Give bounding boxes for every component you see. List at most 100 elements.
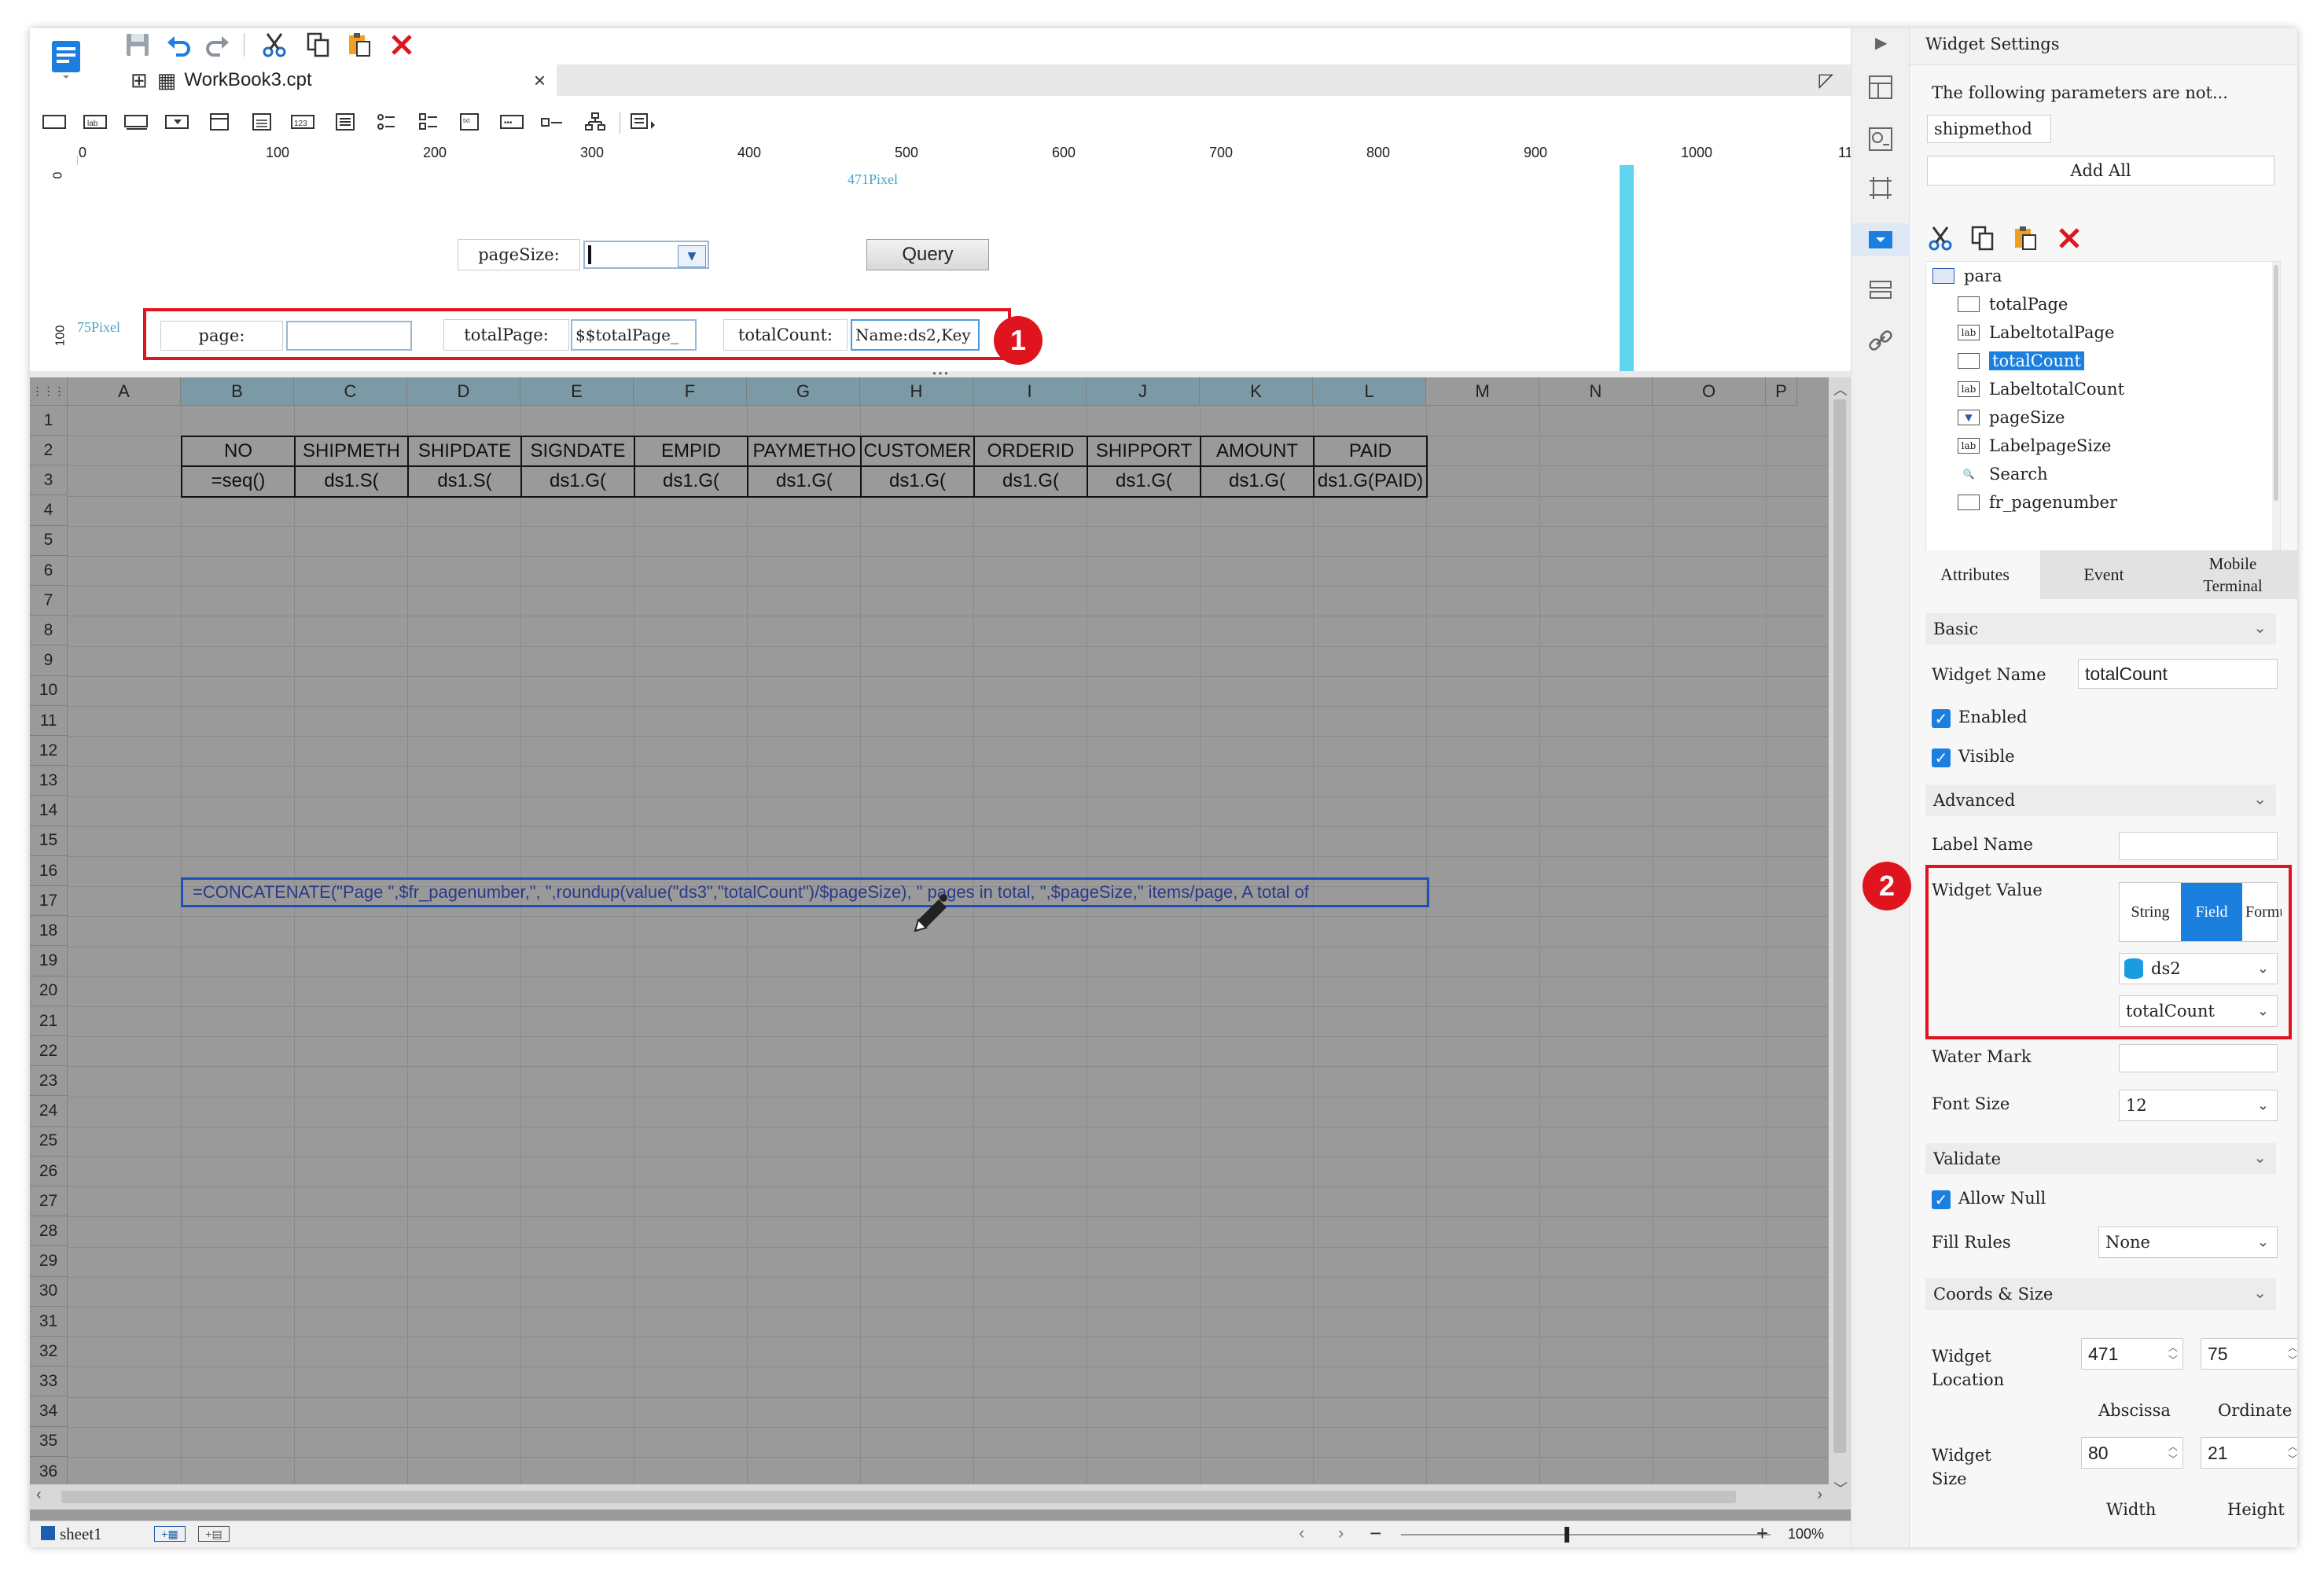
copy-icon[interactable] [305,31,332,63]
header-cell[interactable]: AMOUNT [1200,436,1315,468]
undo-icon[interactable] [165,31,192,63]
font-size-select[interactable]: 12 ⌄ [2119,1090,2278,1121]
row-header[interactable]: 7 [30,586,68,616]
data-cell[interactable]: ds1.G( [747,465,862,498]
location-x-input[interactable]: 471 ︿ ﹀ [2081,1338,2183,1370]
widget-name-input[interactable]: totalCount [2078,659,2278,689]
data-cell[interactable]: ds1.S( [407,465,522,498]
tree-widget-icon[interactable] [582,110,609,134]
widget-settings-panel-icon[interactable] [1851,223,1910,256]
dropdown-icon[interactable]: ▼ [678,245,706,267]
panel-cut-icon[interactable] [1927,225,1954,256]
horizontal-scrollbar[interactable]: ‹ › [30,1484,1829,1510]
row-header[interactable]: 9 [30,645,68,676]
column-header[interactable]: A [68,377,181,406]
redo-icon[interactable] [204,31,231,63]
row-header[interactable]: 12 [30,736,68,767]
column-header[interactable]: L [1313,377,1426,406]
textarea-widget-icon[interactable]: txt [456,110,483,134]
row-header[interactable]: 23 [30,1066,68,1097]
allow-null-checkbox[interactable]: ✓ [1932,1190,1951,1209]
row-header[interactable]: 22 [30,1036,68,1067]
tree-item[interactable]: fr_pagenumber [1958,493,2117,512]
visible-checkbox[interactable]: ✓ [1932,748,1951,767]
header-cell[interactable]: SHIPMETH [294,436,409,468]
tab-event[interactable]: Event [2040,550,2168,599]
query-button[interactable]: Query [866,239,989,270]
tree-item[interactable]: lab LabelpageSize [1958,436,2111,455]
collapse-arrow-icon[interactable]: ▶ [1875,33,1887,53]
paste-icon[interactable] [346,31,373,63]
cut-icon[interactable] [261,31,288,63]
column-header[interactable]: N [1539,377,1653,406]
row-header[interactable]: 20 [30,976,68,1006]
row-header[interactable]: 16 [30,856,68,886]
pagesize-combo[interactable]: ▼ [583,241,709,269]
row-header[interactable]: 35 [30,1426,68,1457]
column-header[interactable]: C [294,377,407,406]
row-header[interactable]: 21 [30,1006,68,1036]
header-cell[interactable]: SHIPPORT [1087,436,1201,468]
location-y-input[interactable]: 75 ︿ ﹀ [2201,1338,2297,1370]
row-header[interactable]: 34 [30,1396,68,1427]
checkbox-widget-icon[interactable] [539,110,566,134]
tree-item[interactable]: lab LabeltotalCount [1958,380,2124,399]
spinner-arrows-icon[interactable]: ︿ ﹀ [2165,1438,2181,1468]
add-sheet-icon[interactable]: ⊞ [131,68,148,93]
header-cell[interactable]: SIGNDATE [520,436,635,468]
panel-delete-icon[interactable] [2056,225,2083,256]
row-header[interactable]: 32 [30,1337,68,1367]
tab-workbook[interactable]: ⊞ ▦ WorkBook3.cpt × [116,64,557,96]
data-cell[interactable]: ds1.G(PAID) [1313,465,1428,498]
textbox-widget-icon[interactable] [41,110,68,134]
tree-item[interactable]: lab LabeltotalPage [1958,323,2114,342]
row-header[interactable]: 17 [30,886,68,917]
column-header[interactable]: M [1426,377,1539,406]
row-header[interactable]: 18 [30,916,68,947]
column-header[interactable]: P [1766,377,1797,406]
row-header[interactable]: 14 [30,796,68,826]
data-cell[interactable]: ds1.G( [634,465,748,498]
save-icon[interactable] [124,31,151,63]
calendar-widget-icon[interactable] [248,110,275,134]
enabled-checkbox[interactable]: ✓ [1932,709,1951,728]
row-header[interactable]: 30 [30,1276,68,1307]
section-coords[interactable]: Coords & Size ⌄ [1925,1278,2276,1310]
row-header[interactable]: 31 [30,1307,68,1337]
header-cell[interactable]: ORDERID [973,436,1088,468]
header-cell[interactable]: EMPID [634,436,748,468]
width-input[interactable]: 80 ︿ ﹀ [2081,1437,2183,1469]
data-cell[interactable]: ds1.G( [1087,465,1201,498]
row-header[interactable]: 11 [30,706,68,736]
column-header[interactable]: H [860,377,973,406]
section-basic[interactable]: Basic ⌄ [1925,613,2276,645]
combobox-widget-icon[interactable] [164,110,190,134]
add-all-button[interactable]: Add All [1927,156,2274,186]
tree-item[interactable]: totalCount [1958,351,2084,370]
data-cell[interactable]: ds1.G( [973,465,1088,498]
spinner-arrows-icon[interactable]: ︿ ﹀ [2285,1438,2297,1468]
column-header[interactable]: J [1087,377,1200,406]
column-header[interactable]: B [181,377,294,406]
chart-panel-icon[interactable] [1867,126,1894,157]
prev-page-icon[interactable]: ‹ [1299,1523,1304,1543]
list-panel-icon[interactable] [1867,277,1894,308]
row-header[interactable]: 3 [30,465,68,496]
add-sheet-button-icon[interactable]: +▦ [154,1526,186,1542]
label-widget-icon[interactable]: lab [82,110,108,134]
column-header[interactable]: G [747,377,860,406]
header-cell[interactable]: PAID [1313,436,1428,468]
param-chip[interactable]: shipmethod [1927,115,2051,143]
app-menu-icon[interactable] [49,39,83,80]
column-header[interactable]: I [973,377,1087,406]
spinner-arrows-icon[interactable]: ︿ ﹀ [2285,1339,2297,1369]
row-header[interactable]: 36 [30,1457,68,1487]
tree-item[interactable]: 🔍 Search [1958,465,2048,484]
vertical-scrollbar[interactable]: ︿ ﹀ [1829,377,1851,1510]
header-cell[interactable]: CUSTOMER [860,436,975,468]
row-header[interactable]: 26 [30,1157,68,1186]
tree-item[interactable]: totalPage [1958,295,2068,314]
column-header[interactable]: K [1200,377,1313,406]
list-widget-icon[interactable] [332,110,359,134]
row-header[interactable]: 15 [30,826,68,856]
